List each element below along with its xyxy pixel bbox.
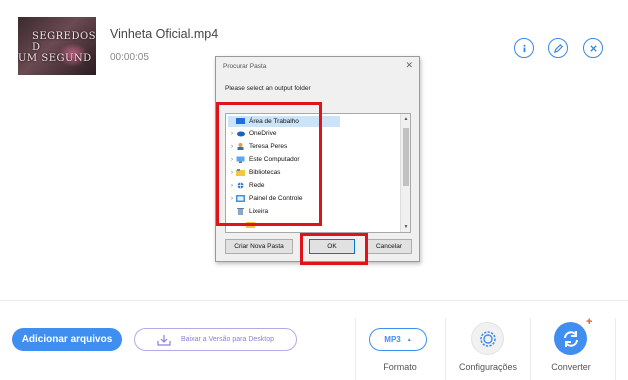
chevron-right-icon[interactable]: › [228, 131, 236, 137]
tree-item-bibliotecas[interactable]: › Bibliotecas [228, 167, 280, 178]
folder-icon [246, 222, 255, 228]
download-desktop-label: Baixar a Versão para Desktop [181, 336, 274, 343]
download-desktop-button[interactable]: Baixar a Versão para Desktop [134, 328, 297, 351]
tree-item-label: Bibliotecas [249, 169, 281, 176]
scroll-thumb[interactable] [403, 128, 409, 186]
tree-item-label: Este Computador [249, 156, 300, 163]
recycle-bin-icon [237, 208, 244, 215]
gear-icon [479, 330, 496, 347]
tree-item-partial [246, 219, 259, 230]
tree-item-label: Rede [249, 182, 265, 189]
library-icon [236, 169, 245, 176]
chevron-right-icon[interactable]: › [228, 144, 236, 150]
thumbnail-text-line2: UM SEGUND [18, 53, 92, 64]
info-icon[interactable] [514, 38, 534, 58]
plus-badge-icon: + [586, 316, 593, 328]
tree-item-label: Área de Trabalho [249, 118, 299, 125]
format-select[interactable]: MP3 ▲ [369, 328, 427, 351]
convert-label: Converter [551, 362, 591, 372]
cloud-icon [237, 131, 245, 137]
thumbnail-text-line1: SEGREDOS D [32, 31, 96, 53]
scroll-down-icon[interactable]: ▼ [401, 222, 410, 232]
settings-gear-icon[interactable] [471, 322, 504, 355]
computer-icon [236, 156, 245, 163]
convert-refresh-icon [563, 330, 578, 347]
file-name: Vinheta Oficial.mp4 [110, 27, 219, 41]
tree-item-este-computador[interactable]: › Este Computador [228, 154, 300, 165]
tree-item-label: OneDrive [249, 130, 277, 137]
video-thumbnail: SEGREDOS D UM SEGUND [18, 17, 96, 75]
vertical-divider [530, 318, 531, 380]
tree-item-lixeira[interactable]: Lixeira [228, 206, 268, 217]
chevron-right-icon[interactable]: › [228, 157, 236, 163]
network-icon [237, 182, 244, 189]
dialog-title: Procurar Pasta [223, 63, 267, 70]
dialog-description: Please select an output folder [225, 85, 311, 92]
tree-item-label: Lixeira [249, 208, 269, 215]
download-icon [157, 334, 171, 346]
new-folder-button[interactable]: Criar Nova Pasta [225, 239, 293, 254]
settings-label: Configurações [458, 362, 518, 372]
tree-item-label: Teresa Peres [249, 143, 288, 150]
vertical-divider [355, 318, 356, 380]
close-icon[interactable] [583, 38, 603, 58]
caret-up-icon: ▲ [406, 336, 412, 343]
tree-item-teresa-peres[interactable]: › Teresa Peres [228, 141, 287, 152]
folder-tree[interactable]: Área de Trabalho › OneDrive › Teresa Per… [225, 113, 411, 233]
add-files-button[interactable]: Adicionar arquivos [12, 328, 122, 351]
vertical-divider [445, 318, 446, 380]
chevron-right-icon[interactable]: › [228, 183, 236, 189]
control-panel-icon [236, 195, 245, 202]
tree-item-label: Painel de Controle [249, 195, 303, 202]
desktop-icon [236, 118, 245, 124]
file-duration: 00:00:05 [110, 52, 149, 63]
user-icon [237, 143, 244, 150]
tree-item-rede[interactable]: › Rede [228, 180, 265, 191]
convert-button[interactable] [554, 322, 587, 355]
vertical-divider [615, 318, 616, 380]
format-value: MP3 [384, 335, 401, 344]
scroll-up-icon[interactable]: ▲ [401, 114, 410, 124]
browse-folder-dialog: Procurar Pasta ✕ Please select an output… [215, 56, 420, 262]
ok-button[interactable]: OK [309, 239, 355, 254]
bottom-divider [0, 300, 628, 301]
edit-icon[interactable] [548, 38, 568, 58]
chevron-right-icon[interactable]: › [228, 170, 236, 176]
cancel-button[interactable]: Cancelar [366, 239, 412, 254]
tree-scrollbar[interactable]: ▲ ▼ [400, 114, 410, 232]
tree-item-painel-de-controle[interactable]: › Painel de Controle [228, 193, 302, 204]
format-label: Formato [383, 362, 417, 372]
chevron-right-icon[interactable]: › [228, 196, 236, 202]
dialog-close-icon[interactable]: ✕ [405, 60, 413, 71]
tree-item-area-de-trabalho[interactable]: Área de Trabalho [228, 116, 340, 127]
tree-item-onedrive[interactable]: › OneDrive [228, 128, 276, 139]
